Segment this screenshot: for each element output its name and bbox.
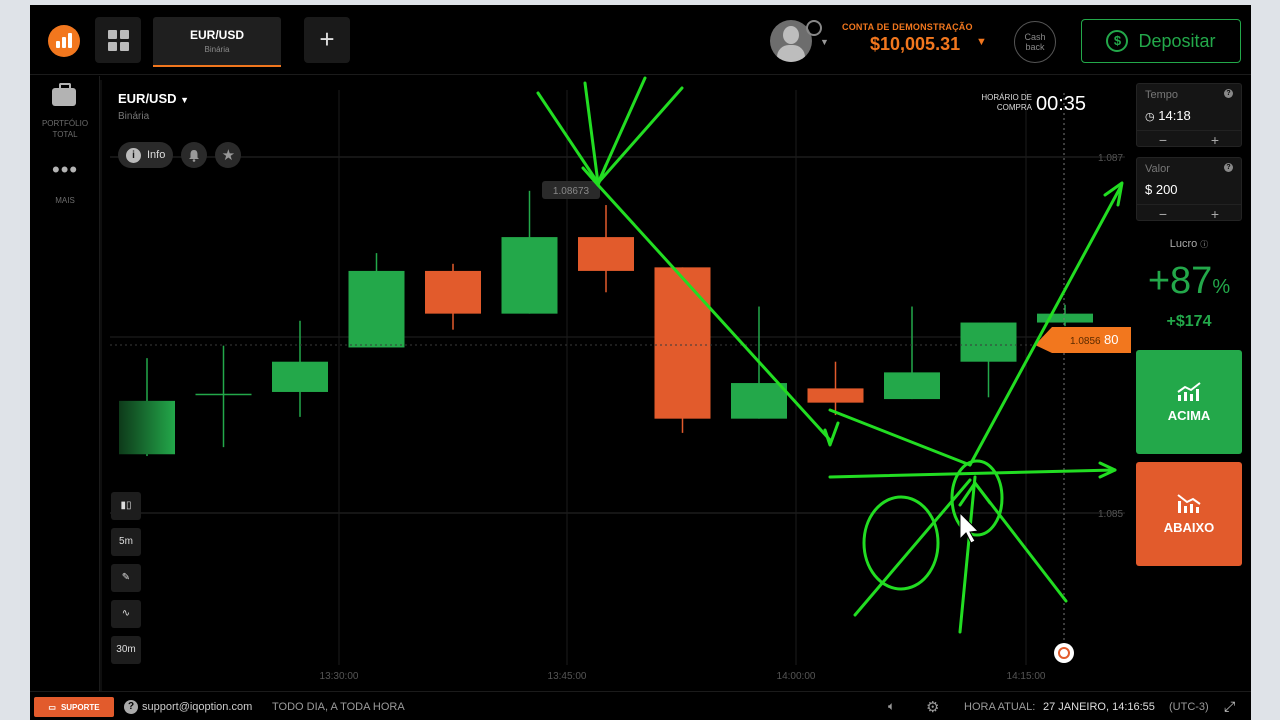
- candle-body: [501, 237, 558, 314]
- mouse-cursor-icon: [959, 511, 980, 544]
- high-price-label: 1.08673: [553, 186, 590, 197]
- time-label: Tempo: [1145, 89, 1179, 101]
- call-label: ACIMA: [1167, 408, 1211, 423]
- purchase-time-label: HORÁRIO DE COMPRA: [980, 93, 1032, 113]
- purchase-time-line2: COMPRA: [996, 103, 1032, 112]
- clock-icon: ◷: [1145, 111, 1155, 123]
- time-stepper: − +: [1137, 130, 1241, 148]
- pair-selector[interactable]: EUR/USD ▼: [118, 91, 189, 106]
- profit-label: Lucro ⓘ: [1136, 238, 1242, 250]
- time-axis-label: 13:45:00: [548, 671, 587, 682]
- candle-body: [960, 322, 1017, 362]
- purchase-time-line1: HORÁRIO DE: [981, 93, 1032, 102]
- green-annotation-circle: [862, 495, 940, 591]
- price-axis-label: 1.087: [1098, 153, 1123, 164]
- trend-down-icon: [1177, 494, 1201, 513]
- candle-body: [195, 393, 252, 396]
- help-icon[interactable]: ?: [1224, 163, 1233, 172]
- profit-percent-sign: %: [1212, 276, 1231, 298]
- green-annotation-stroke: [823, 421, 840, 447]
- time-axis-label: 13:30:00: [320, 671, 359, 682]
- info-button[interactable]: i Info: [118, 142, 174, 168]
- support-hours: TODO DIA, A TODA HORA: [272, 701, 405, 713]
- current-price-suffix: 80: [1104, 332, 1118, 347]
- help-icon[interactable]: ⓘ: [1200, 240, 1208, 249]
- fullscreen-icon[interactable]: ⤢: [1224, 698, 1235, 715]
- pair-chevron-down-icon: ▼: [180, 95, 190, 105]
- timezone: (UTC-3): [1169, 701, 1209, 713]
- green-annotation-stroke: [828, 468, 1117, 479]
- bottom-bar: ▭ SUPORTE ? support@iqoption.com TODO DIA…: [30, 691, 1251, 720]
- indicators-button[interactable]: ∿: [111, 600, 141, 628]
- current-time-label: HORA ATUAL:: [964, 701, 1036, 713]
- gear-icon[interactable]: ⚙: [926, 698, 939, 716]
- chat-icon: ▭: [48, 702, 56, 712]
- chart-header: EUR/USD ▼ Binária: [118, 91, 189, 122]
- wave-icon: ∿: [121, 608, 131, 619]
- amount-plus-button[interactable]: +: [1211, 206, 1219, 222]
- chart-type-button[interactable]: ▮▯: [111, 492, 141, 520]
- star-icon: ★: [221, 147, 236, 164]
- favorite-button[interactable]: ★: [215, 142, 242, 168]
- time-value: 14:18: [1158, 108, 1191, 123]
- bell-icon: [189, 149, 200, 162]
- time-axis-label: 14:15:00: [1007, 671, 1046, 682]
- timer-icon: [1054, 643, 1074, 663]
- timeframe-button[interactable]: 5m: [111, 528, 141, 556]
- candle-body: [578, 237, 634, 271]
- candle-body: [654, 267, 711, 419]
- pair-subtitle: Binária: [118, 111, 150, 122]
- trading-app-window: EUR/USD Binária + ▼ CONTA DE DEMONSTRAÇÃ…: [30, 5, 1251, 720]
- call-button[interactable]: ACIMA: [1136, 350, 1242, 454]
- candle-type-icon: ▮▯: [120, 500, 132, 511]
- purchase-countdown: 00:35: [1036, 93, 1087, 115]
- green-annotation-stroke: [828, 408, 972, 467]
- time-minus-button[interactable]: −: [1159, 132, 1167, 148]
- green-annotation-stroke: [596, 86, 684, 185]
- put-label: ABAIXO: [1163, 520, 1215, 535]
- help-icon[interactable]: ?: [1224, 89, 1233, 98]
- green-annotation-stroke: [596, 183, 832, 442]
- trend-up-icon: [1177, 382, 1201, 401]
- amount-field[interactable]: Valor ? $ 200 − +: [1136, 157, 1242, 222]
- profit-percent: +87%: [1136, 260, 1242, 303]
- draw-tool-button[interactable]: ✎: [111, 564, 141, 592]
- info-label: Info: [147, 149, 166, 161]
- candle-body: [425, 270, 481, 314]
- candle-body: [807, 388, 864, 403]
- support-label: SUPORTE: [60, 702, 100, 712]
- current-price-label: 1.0856: [1070, 336, 1101, 347]
- time-plus-button[interactable]: +: [1211, 132, 1219, 148]
- pencil-icon: ✎: [121, 572, 131, 583]
- price-axis-label: 1.085: [1098, 509, 1123, 520]
- info-icon: i: [126, 147, 141, 163]
- chart-chip-row: i Info ★: [118, 142, 242, 168]
- candle-body: [731, 383, 787, 419]
- question-icon: ?: [124, 700, 138, 714]
- profit-label-text: Lucro: [1169, 238, 1198, 250]
- time-field[interactable]: Tempo ? ◷ 14:18 − +: [1136, 83, 1242, 148]
- amount-stepper: − +: [1137, 204, 1241, 222]
- put-button[interactable]: ABAIXO: [1136, 462, 1242, 566]
- candle-body: [884, 372, 940, 400]
- chart-tools: ▮▯ 5m ✎ ∿ 30m: [111, 492, 141, 672]
- time-axis-label: 14:00:00: [777, 671, 816, 682]
- profit-percent-value: +87: [1147, 260, 1213, 302]
- candle-body: [272, 361, 328, 392]
- support-button[interactable]: ▭ SUPORTE: [34, 697, 114, 717]
- candle-body: [348, 270, 405, 348]
- amount-value[interactable]: $ 200: [1145, 182, 1178, 197]
- bell-button[interactable]: [181, 142, 208, 168]
- candle-body: [1037, 313, 1093, 323]
- candle-period-button[interactable]: 30m: [111, 636, 141, 664]
- current-time-value: 27 JANEIRO, 14:16:55: [1043, 701, 1155, 713]
- candle-body: [119, 400, 175, 455]
- pair-title: EUR/USD: [118, 91, 177, 106]
- amount-minus-button[interactable]: −: [1159, 206, 1167, 222]
- time-value-row: ◷ 14:18: [1145, 108, 1191, 123]
- amount-label: Valor: [1145, 163, 1170, 175]
- profit-amount: +$174: [1166, 313, 1212, 330]
- support-email[interactable]: support@iqoption.com: [142, 701, 252, 713]
- mute-icon[interactable]: 🔈︎: [888, 699, 895, 714]
